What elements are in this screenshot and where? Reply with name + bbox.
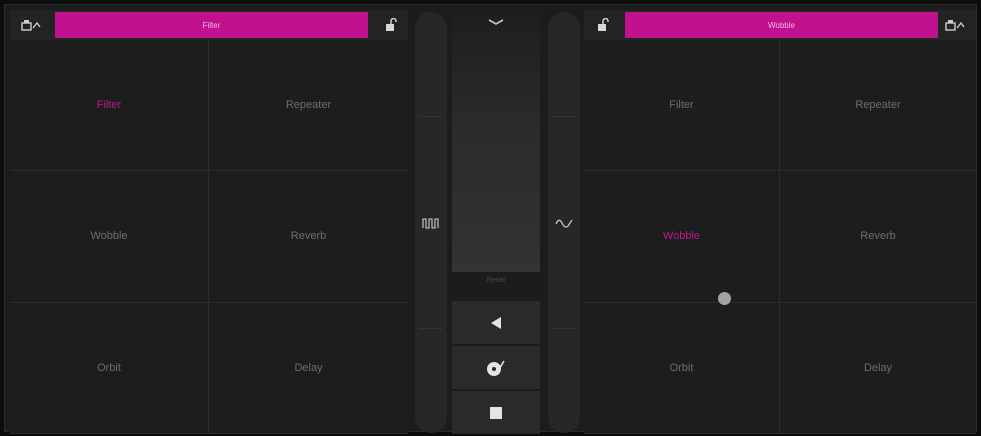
slider-divider [419, 116, 443, 117]
right-cell-wobble[interactable]: Wobble [584, 171, 780, 303]
unlock-icon[interactable] [588, 13, 618, 37]
left-cell-filter[interactable]: Filter [10, 40, 209, 172]
slider-divider [552, 116, 576, 117]
left-cell-delay[interactable]: Delay [209, 302, 408, 434]
right-cell-repeater[interactable]: Repeater [780, 40, 976, 172]
right-cell-filter[interactable]: Filter [584, 40, 780, 172]
right-cell-orbit[interactable]: Orbit [584, 302, 780, 434]
left-cell-repeater[interactable]: Repeater [209, 40, 408, 172]
reset-label[interactable]: Reset [452, 277, 540, 284]
left-effects-panel: Filter Filter Repeater Wobble Reverb Orb… [10, 10, 408, 434]
left-effect-title[interactable]: Filter [55, 12, 368, 38]
center-controls: Reset [452, 10, 540, 434]
play-back-button[interactable] [452, 300, 540, 344]
right-effect-title[interactable]: Wobble [625, 12, 938, 38]
share-icon[interactable] [940, 13, 970, 37]
left-fx-slider[interactable] [415, 12, 447, 433]
center-pad [452, 10, 540, 272]
stop-icon [490, 406, 502, 419]
left-topbar: Filter [10, 10, 408, 40]
left-cell-orbit[interactable]: Orbit [10, 302, 209, 434]
right-fx-slider[interactable] [548, 12, 580, 433]
square-wave-icon [415, 216, 447, 234]
left-cell-reverb[interactable]: Reverb [209, 171, 408, 303]
play-back-icon [491, 316, 501, 329]
sine-wave-icon [548, 216, 580, 234]
vinyl-button[interactable] [452, 345, 540, 389]
right-effects-panel: Wobble Filter Repeater Wobble Reverb Orb… [584, 10, 976, 434]
xy-touch-dot[interactable] [718, 292, 731, 305]
left-cell-wobble[interactable]: Wobble [10, 171, 209, 303]
share-icon[interactable] [16, 13, 46, 37]
unlock-icon[interactable] [376, 13, 406, 37]
slider-divider [552, 328, 576, 329]
right-cell-reverb[interactable]: Reverb [780, 171, 976, 303]
right-effects-grid: Filter Repeater Wobble Reverb Orbit Dela… [584, 40, 976, 434]
stop-button[interactable] [452, 390, 540, 434]
right-cell-delay[interactable]: Delay [780, 302, 976, 434]
chevron-down-icon[interactable] [452, 16, 540, 36]
vinyl-icon [487, 360, 505, 376]
right-topbar: Wobble [584, 10, 976, 40]
slider-divider [419, 328, 443, 329]
left-effects-grid: Filter Repeater Wobble Reverb Orbit Dela… [10, 40, 408, 434]
